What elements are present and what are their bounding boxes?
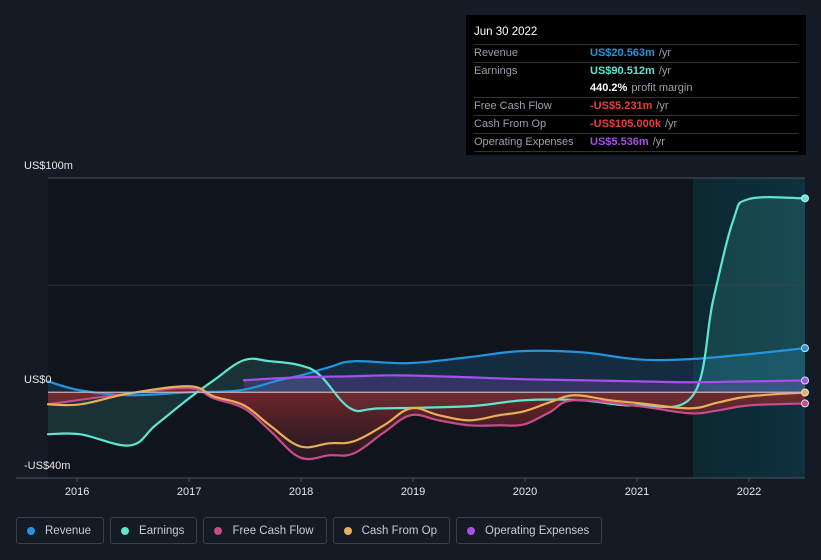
legend-dot-icon xyxy=(27,526,35,535)
x-tick-label: 2022 xyxy=(737,486,761,498)
tooltip-label: Revenue xyxy=(474,47,519,59)
tooltip-row-profit-margin: 440.2% profit margin xyxy=(474,80,798,98)
tooltip-panel: Jun 30 2022 Revenue US$20.563m /yr Earni… xyxy=(466,15,806,155)
x-axis: 2016 2017 2018 2019 2020 2021 2022 xyxy=(16,477,805,498)
plot-background xyxy=(48,178,805,478)
endpoint-cash-from-op xyxy=(801,388,809,397)
x-tick-label: 2021 xyxy=(625,486,649,498)
y-tick-label-zero: US$0 xyxy=(24,374,52,386)
tooltip-unit: /yr xyxy=(658,47,672,59)
x-tick-label: 2017 xyxy=(177,486,201,498)
endpoint-operating-expenses xyxy=(801,376,809,385)
tooltip-unit: profit margin xyxy=(631,82,693,94)
endpoint-earnings xyxy=(801,194,809,203)
legend-dot-icon xyxy=(214,526,223,535)
tooltip-row-cash-from-op: Cash From Op -US$105.000k /yr xyxy=(474,116,798,134)
legend-item-earnings[interactable]: Earnings xyxy=(110,517,198,544)
tooltip-unit: /yr xyxy=(656,100,669,112)
tooltip-unit: /yr xyxy=(652,136,665,148)
tooltip-label: Free Cash Flow xyxy=(474,100,552,112)
legend-label: Cash From Op xyxy=(361,524,438,537)
tooltip-value: -US$5.231m xyxy=(590,100,653,112)
legend-item-revenue[interactable]: Revenue xyxy=(16,517,105,544)
tooltip-label xyxy=(474,80,590,97)
legend: Revenue Earnings Free Cash Flow Cash Fro… xyxy=(16,517,603,544)
tooltip-value: -US$105.000k xyxy=(590,118,661,130)
tooltip-row-revenue: Revenue US$20.563m /yr xyxy=(474,45,798,63)
tooltip-row-earnings: Earnings US$90.512m /yr xyxy=(474,63,798,80)
legend-label: Operating Expenses xyxy=(485,524,590,537)
tooltip-row-operating-expenses: Operating Expenses US$5.536m /yr xyxy=(474,134,798,152)
legend-label: Free Cash Flow xyxy=(232,524,314,537)
tooltip-label: Earnings xyxy=(474,65,518,77)
tooltip-label: Cash From Op xyxy=(474,118,547,130)
legend-label: Earnings xyxy=(139,524,185,537)
endpoint-revenue xyxy=(801,344,809,353)
legend-dot-icon xyxy=(467,526,476,535)
x-tick-label: 2016 xyxy=(65,486,89,498)
legend-item-cash-from-op[interactable]: Cash From Op xyxy=(332,517,451,544)
legend-item-operating-expenses[interactable]: Operating Expenses xyxy=(456,517,603,544)
legend-dot-icon xyxy=(343,526,352,535)
tooltip-unit: /yr xyxy=(664,118,678,130)
tooltip-date: Jun 30 2022 xyxy=(474,23,798,45)
legend-item-free-cash-flow[interactable]: Free Cash Flow xyxy=(203,517,327,544)
tooltip-row-free-cash-flow: Free Cash Flow -US$5.231m /yr xyxy=(474,98,798,116)
y-tick-label-top: US$100m xyxy=(24,160,73,172)
x-tick-label: 2019 xyxy=(401,486,425,498)
x-tick-label: 2018 xyxy=(289,486,313,498)
tooltip-value: 440.2% xyxy=(590,82,628,94)
tooltip-value: US$5.536m xyxy=(590,136,649,148)
tooltip-unit: /yr xyxy=(658,65,672,77)
y-tick-label-bottom: -US$40m xyxy=(24,460,71,472)
legend-label: Revenue xyxy=(45,524,92,537)
tooltip-value: US$90.512m xyxy=(590,65,655,77)
legend-dot-icon xyxy=(121,526,130,535)
tooltip-value: US$20.563m xyxy=(590,47,655,59)
tooltip-label: Operating Expenses xyxy=(474,136,574,148)
x-tick-label: 2020 xyxy=(513,486,537,498)
endpoint-free-cash-flow xyxy=(801,399,809,408)
